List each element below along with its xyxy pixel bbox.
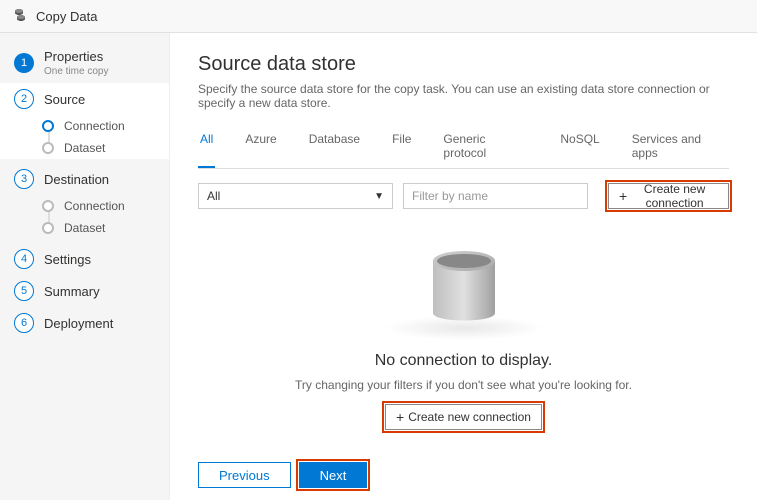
step-label: Destination <box>44 172 109 187</box>
tab-azure[interactable]: Azure <box>243 126 278 168</box>
step-source[interactable]: 2 Source <box>0 83 169 115</box>
wizard-sidebar: 1 Properties One time copy 2 Source Conn… <box>0 33 170 500</box>
page-title: Source data store <box>198 53 729 76</box>
step-deployment[interactable]: 6 Deployment <box>0 307 169 339</box>
substep-label: Dataset <box>64 141 105 155</box>
tab-file[interactable]: File <box>390 126 413 168</box>
filter-type-select[interactable]: All ▼ <box>198 183 393 209</box>
step-badge: 3 <box>14 169 34 189</box>
step-properties[interactable]: 1 Properties One time copy <box>0 43 169 83</box>
next-button[interactable]: Next <box>299 462 368 488</box>
copy-data-icon <box>12 8 28 24</box>
create-connection-label: Create new connection <box>631 182 718 210</box>
previous-button[interactable]: Previous <box>198 462 291 488</box>
step-label: Summary <box>44 284 100 299</box>
substep-label: Dataset <box>64 221 105 235</box>
substep-dot-icon <box>42 222 54 234</box>
create-connection-label: Create new connection <box>408 410 531 424</box>
app-header: Copy Data <box>0 0 757 33</box>
tab-nosql[interactable]: NoSQL <box>558 126 601 168</box>
page-description: Specify the source data store for the co… <box>198 82 729 110</box>
tab-database[interactable]: Database <box>307 126 362 168</box>
step-badge: 4 <box>14 249 34 269</box>
substep-destination-dataset[interactable]: Dataset <box>28 217 169 239</box>
chevron-down-icon: ▼ <box>374 191 384 202</box>
step-badge: 1 <box>14 53 34 73</box>
empty-state: No connection to display. Try changing y… <box>198 219 729 454</box>
empty-title: No connection to display. <box>375 352 553 370</box>
substep-dot-icon <box>42 120 54 132</box>
step-label: Deployment <box>44 316 113 331</box>
step-badge: 6 <box>14 313 34 333</box>
source-type-tabs: All Azure Database File Generic protocol… <box>198 126 729 169</box>
main-content: Source data store Specify the source dat… <box>170 33 757 500</box>
create-connection-button-top[interactable]: + Create new connection <box>608 183 729 209</box>
database-empty-icon <box>425 243 503 334</box>
substep-label: Connection <box>64 119 125 133</box>
plus-icon: + <box>396 410 404 424</box>
substep-dot-icon <box>42 142 54 154</box>
plus-icon: + <box>619 189 627 203</box>
substep-label: Connection <box>64 199 125 213</box>
app-title: Copy Data <box>36 9 97 24</box>
step-label: Settings <box>44 252 91 267</box>
step-settings[interactable]: 4 Settings <box>0 243 169 275</box>
step-summary[interactable]: 5 Summary <box>0 275 169 307</box>
select-value: All <box>207 189 374 203</box>
filter-name-input[interactable] <box>403 183 588 209</box>
step-destination[interactable]: 3 Destination <box>0 163 169 195</box>
step-sublabel: One time copy <box>44 66 108 77</box>
wizard-footer: Previous Next <box>198 454 729 488</box>
substep-dot-icon <box>42 200 54 212</box>
substep-source-dataset[interactable]: Dataset <box>28 137 169 159</box>
tab-all[interactable]: All <box>198 126 215 168</box>
step-badge: 5 <box>14 281 34 301</box>
step-label: Source <box>44 92 85 107</box>
step-label: Properties <box>44 49 108 64</box>
tab-services-apps[interactable]: Services and apps <box>630 126 729 168</box>
tab-generic-protocol[interactable]: Generic protocol <box>441 126 530 168</box>
empty-hint: Try changing your filters if you don't s… <box>295 378 632 392</box>
step-badge: 2 <box>14 89 34 109</box>
create-connection-button-center[interactable]: + Create new connection <box>385 404 542 430</box>
